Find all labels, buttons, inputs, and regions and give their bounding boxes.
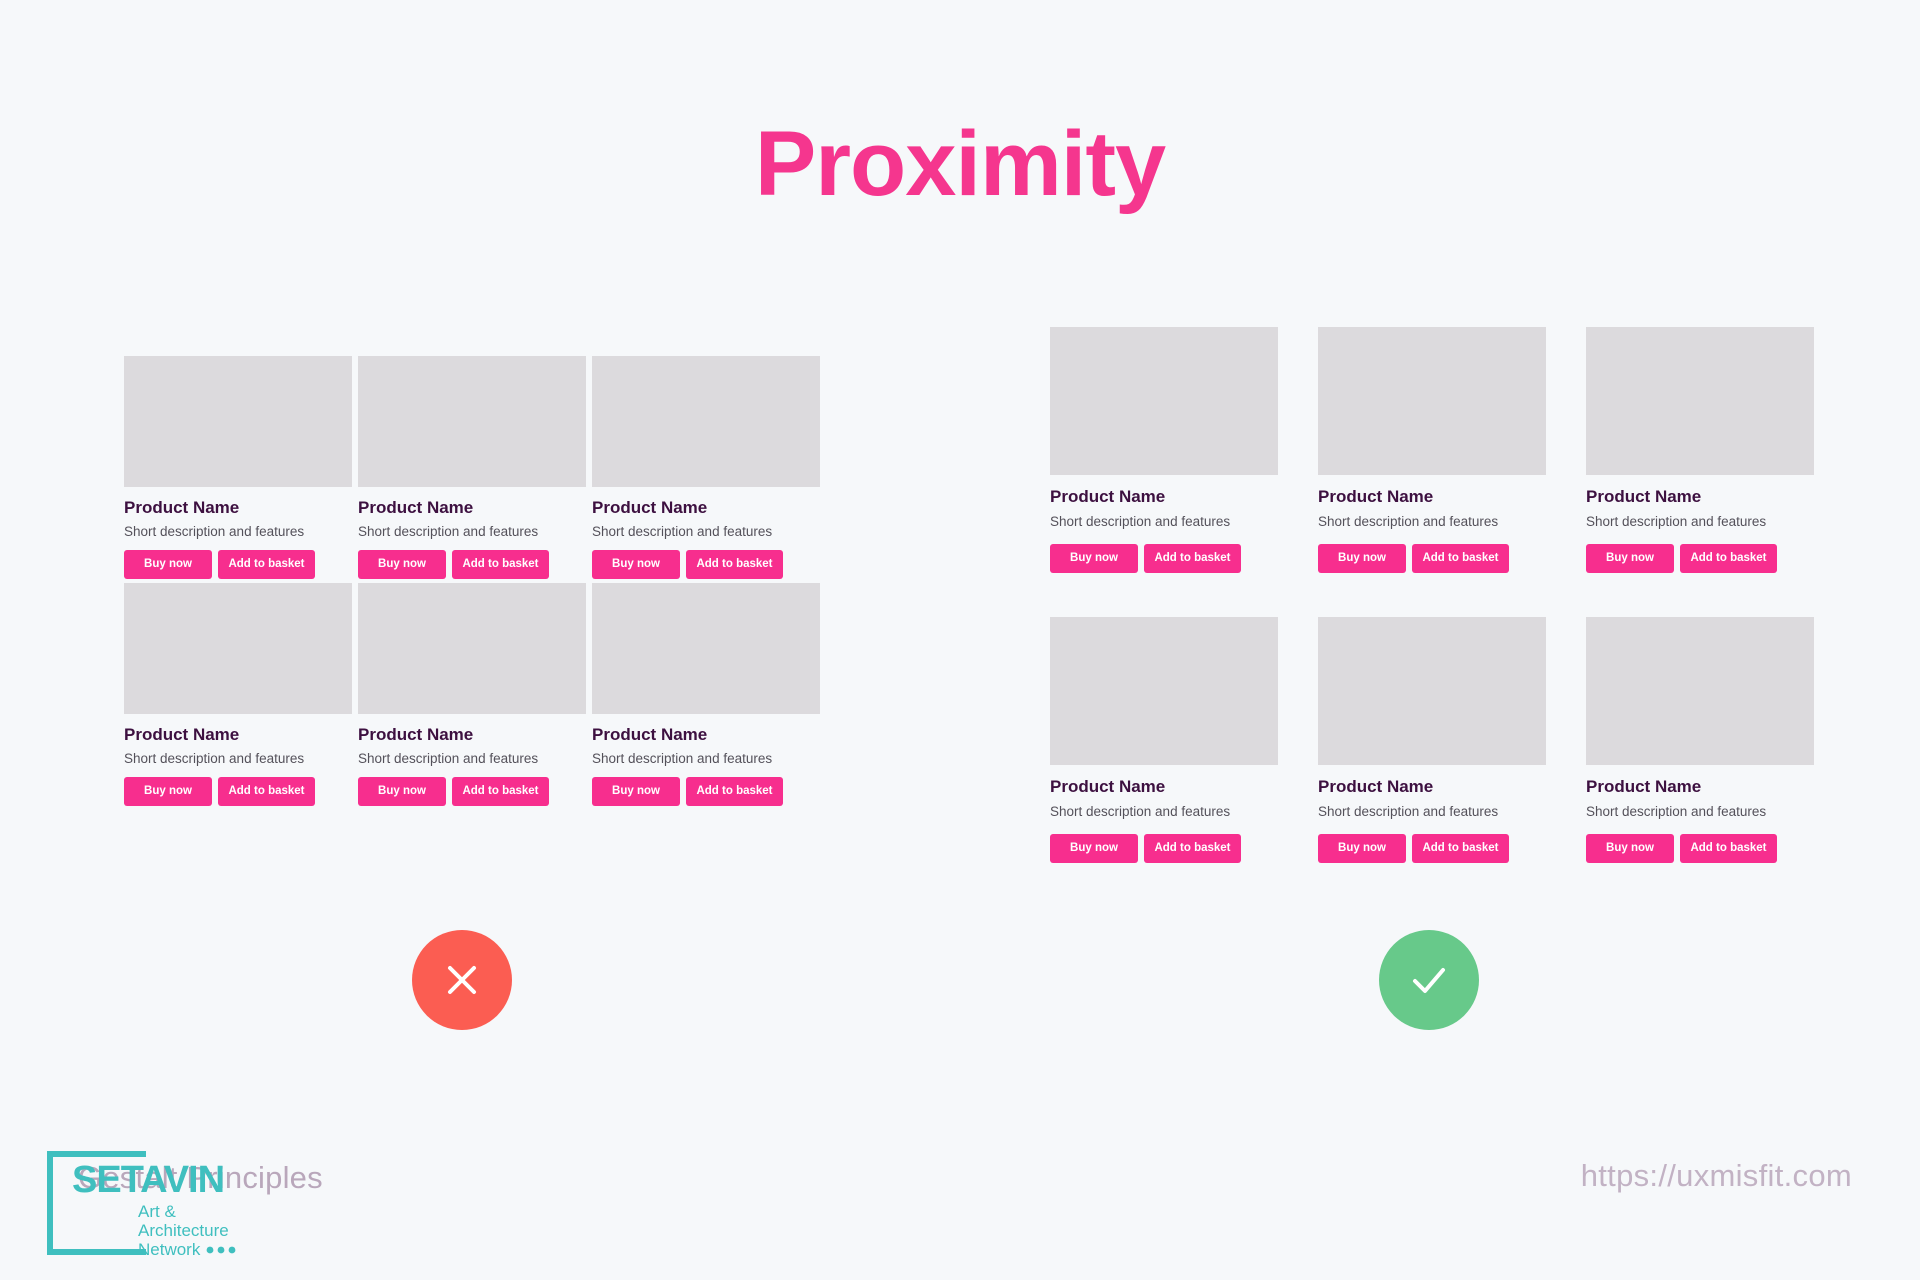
product-card[interactable]: Product Name Short description and featu… (1318, 616, 1546, 863)
buy-now-button[interactable]: Buy now (1050, 833, 1138, 863)
product-image-placeholder (124, 356, 352, 487)
product-description: Short description and features (1050, 514, 1231, 530)
verdict-badge-incorrect (412, 930, 512, 1030)
setavin-logo: SETAVIN Art & Architecture Network (42, 1146, 242, 1260)
add-to-basket-button[interactable]: Add to basket (686, 776, 783, 806)
buy-now-button[interactable]: Buy now (1586, 543, 1674, 573)
product-card[interactable]: Product Name Short description and featu… (358, 582, 586, 806)
add-to-basket-button[interactable]: Add to basket (1680, 833, 1777, 863)
product-name: Product Name (358, 498, 474, 517)
logo-tagline-line3: Network (138, 1240, 201, 1259)
product-card[interactable]: Product Name Short description and featu… (124, 582, 352, 806)
product-image-placeholder (592, 582, 820, 714)
buy-now-button[interactable]: Buy now (124, 776, 212, 806)
verdict-badge-correct (1379, 930, 1479, 1030)
product-card[interactable]: Product Name Short description and featu… (1050, 327, 1278, 573)
product-name: Product Name (1318, 776, 1434, 796)
add-to-basket-button[interactable]: Add to basket (1412, 543, 1509, 573)
product-card[interactable]: Product Name Short description and featu… (1586, 616, 1814, 863)
product-name: Product Name (592, 724, 708, 744)
product-grid-good-example: Product Name Short description and featu… (1050, 327, 1814, 863)
buy-now-button[interactable]: Buy now (358, 776, 446, 806)
product-actions: Buy now Add to basket (592, 541, 820, 579)
product-image-placeholder (124, 582, 352, 714)
product-image-placeholder (1050, 616, 1278, 765)
product-name: Product Name (1050, 776, 1166, 796)
product-description: Short description and features (124, 524, 305, 540)
buy-now-button[interactable]: Buy now (1050, 543, 1138, 573)
product-card[interactable]: Product Name Short description and featu… (358, 356, 586, 579)
product-actions: Buy now Add to basket (592, 768, 820, 806)
page-title: Proximity (754, 113, 1166, 215)
product-name: Product Name (358, 724, 474, 744)
product-actions: Buy now Add to basket (124, 768, 352, 806)
product-description: Short description and features (592, 751, 773, 767)
product-image-placeholder (592, 356, 820, 487)
add-to-basket-button[interactable]: Add to basket (218, 776, 315, 806)
product-card[interactable]: Product Name Short description and featu… (592, 356, 820, 579)
product-description: Short description and features (1050, 804, 1231, 820)
product-card[interactable]: Product Name Short description and featu… (1318, 327, 1546, 573)
product-name: Product Name (124, 724, 240, 744)
add-to-basket-button[interactable]: Add to basket (218, 549, 315, 579)
product-name: Product Name (124, 498, 240, 517)
product-image-placeholder (358, 356, 586, 487)
product-name: Product Name (592, 498, 708, 517)
product-card[interactable]: Product Name Short description and featu… (124, 356, 352, 579)
product-card[interactable]: Product Name Short description and featu… (1586, 327, 1814, 573)
product-image-placeholder (1050, 327, 1278, 475)
product-actions: Buy now Add to basket (1586, 821, 1814, 863)
product-actions: Buy now Add to basket (1050, 531, 1278, 573)
logo-tagline-line1: Art & (138, 1202, 176, 1221)
product-actions: Buy now Add to basket (358, 541, 586, 579)
check-icon (1406, 957, 1452, 1003)
add-to-basket-button[interactable]: Add to basket (452, 549, 549, 579)
product-card[interactable]: Product Name Short description and featu… (1050, 616, 1278, 863)
product-image-placeholder (1318, 327, 1546, 475)
logo-tagline-line2: Architecture (138, 1221, 229, 1240)
product-description: Short description and features (592, 524, 773, 540)
buy-now-button[interactable]: Buy now (1318, 543, 1406, 573)
product-actions: Buy now Add to basket (124, 541, 352, 579)
product-description: Short description and features (358, 751, 539, 767)
add-to-basket-button[interactable]: Add to basket (1144, 833, 1241, 863)
product-description: Short description and features (124, 751, 305, 767)
product-image-placeholder (358, 582, 586, 714)
product-name: Product Name (1318, 487, 1434, 506)
product-description: Short description and features (1586, 514, 1767, 530)
product-image-placeholder (1586, 327, 1814, 475)
logo-wordmark: SETAVIN (72, 1159, 224, 1201)
close-icon (441, 959, 483, 1001)
product-actions: Buy now Add to basket (1318, 821, 1546, 863)
product-name: Product Name (1586, 776, 1702, 796)
add-to-basket-button[interactable]: Add to basket (686, 549, 783, 579)
footer-url: https://uxmisfit.com (1580, 1158, 1852, 1193)
product-actions: Buy now Add to basket (1050, 821, 1278, 863)
product-description: Short description and features (358, 524, 539, 540)
product-description: Short description and features (1318, 514, 1499, 530)
buy-now-button[interactable]: Buy now (358, 549, 446, 579)
buy-now-button[interactable]: Buy now (1318, 833, 1406, 863)
add-to-basket-button[interactable]: Add to basket (452, 776, 549, 806)
product-actions: Buy now Add to basket (1586, 531, 1814, 573)
product-description: Short description and features (1318, 804, 1499, 820)
add-to-basket-button[interactable]: Add to basket (1412, 833, 1509, 863)
product-image-placeholder (1318, 616, 1546, 765)
product-actions: Buy now Add to basket (358, 768, 586, 806)
add-to-basket-button[interactable]: Add to basket (1680, 543, 1777, 573)
buy-now-button[interactable]: Buy now (592, 776, 680, 806)
product-grid-bad-example: Product Name Short description and featu… (124, 356, 820, 806)
add-to-basket-button[interactable]: Add to basket (1144, 543, 1241, 573)
product-description: Short description and features (1586, 804, 1767, 820)
buy-now-button[interactable]: Buy now (592, 549, 680, 579)
product-name: Product Name (1586, 487, 1702, 506)
buy-now-button[interactable]: Buy now (1586, 833, 1674, 863)
product-card[interactable]: Product Name Short description and featu… (592, 582, 820, 806)
product-name: Product Name (1050, 487, 1166, 506)
buy-now-button[interactable]: Buy now (124, 549, 212, 579)
product-image-placeholder (1586, 616, 1814, 765)
product-actions: Buy now Add to basket (1318, 531, 1546, 573)
